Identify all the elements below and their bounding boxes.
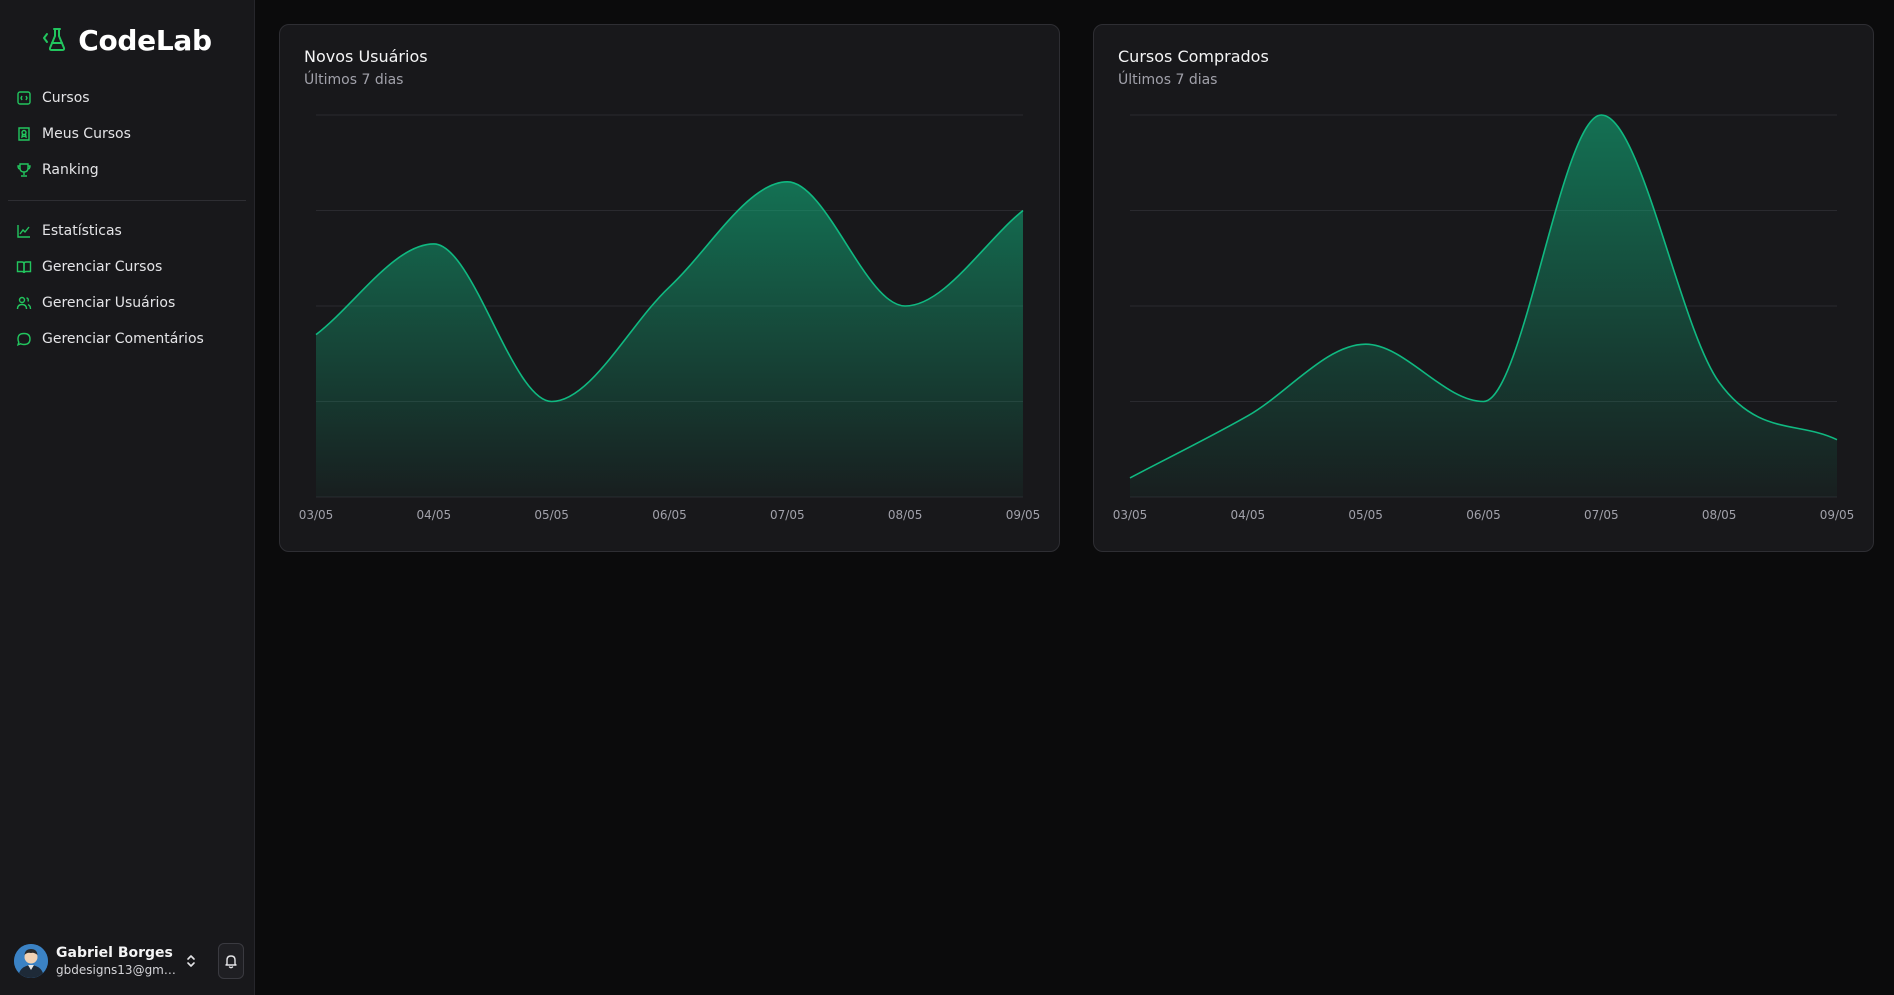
data-point	[550, 400, 554, 404]
x-tick-label: 08/05	[1702, 508, 1737, 522]
data-point	[314, 333, 318, 337]
x-tick-label: 03/05	[1113, 508, 1148, 522]
users-icon	[16, 296, 32, 310]
sidebar-item-label: Estatísticas	[42, 223, 122, 239]
x-tick-label: 06/05	[652, 508, 687, 522]
chevrons-up-down-icon[interactable]	[184, 951, 198, 971]
flask-code-icon	[42, 25, 72, 55]
x-tick-label: 07/05	[770, 508, 805, 522]
chart-icon	[17, 225, 30, 238]
x-tick-label: 07/05	[1584, 508, 1619, 522]
comment-icon	[16, 332, 31, 346]
app-root: CodeLab Cursos Meus Cursos Ranking Estat…	[0, 0, 1894, 995]
area-chart-cursos-comprados: 03/05 04/05 05/05 06/05 07/05 08/05 09/05	[1113, 113, 1855, 522]
x-tick-label: 04/05	[417, 508, 452, 522]
book-badge-icon	[18, 127, 30, 141]
x-tick-label: 09/05	[1006, 508, 1041, 522]
open-book-icon	[16, 261, 32, 274]
user-name: Gabriel Borges	[56, 945, 173, 961]
chart-card-novos-usuarios: Novos Usuários Últimos 7 dias 03/05 04/05…	[279, 24, 1060, 552]
logo[interactable]: CodeLab	[0, 0, 254, 80]
avatar	[14, 944, 48, 978]
area-fill	[316, 181, 1023, 497]
sidebar-item-label: Gerenciar Usuários	[42, 295, 176, 311]
data-point	[1021, 209, 1025, 213]
x-tick-label: 04/05	[1231, 508, 1266, 522]
user-info: Gabriel Borges gbdesigns13@gma...	[56, 945, 178, 977]
x-tick-label: 06/05	[1466, 508, 1501, 522]
sidebar-item-label: Gerenciar Comentários	[42, 331, 204, 347]
data-point	[1364, 342, 1368, 346]
sidebar-item-ranking[interactable]: Ranking	[8, 152, 246, 188]
x-tick-label: 05/05	[534, 508, 569, 522]
sidebar-item-gerenciar-cursos[interactable]: Gerenciar Cursos	[8, 249, 246, 285]
course-icon	[17, 91, 31, 105]
data-point	[1599, 113, 1603, 117]
data-point	[1717, 380, 1721, 384]
primary-nav: Cursos Meus Cursos Ranking Estatísticas …	[0, 80, 254, 357]
data-point	[1246, 414, 1250, 418]
data-point	[1128, 476, 1132, 480]
user-menu[interactable]: Gabriel Borges gbdesigns13@gma...	[0, 927, 254, 995]
sidebar-item-gerenciar-comentarios[interactable]: Gerenciar Comentários	[8, 321, 246, 357]
data-point	[903, 304, 907, 308]
x-tick-label: 09/05	[1820, 508, 1855, 522]
bell-icon	[225, 955, 237, 969]
data-point	[1835, 438, 1839, 442]
trophy-icon	[17, 163, 31, 177]
data-point	[785, 180, 789, 184]
x-tick-label: 08/05	[888, 508, 923, 522]
sidebar-item-label: Gerenciar Cursos	[42, 259, 163, 275]
x-tick-label: 03/05	[299, 508, 334, 522]
sidebar-item-meus-cursos[interactable]: Meus Cursos	[8, 116, 246, 152]
brand-name: CodeLab	[78, 23, 212, 57]
notifications-button[interactable]	[218, 943, 244, 979]
main-content: Novos Usuários Últimos 7 dias 03/05 04/05…	[255, 0, 1894, 995]
sidebar-item-label: Ranking	[42, 162, 99, 178]
x-tick-label: 05/05	[1348, 508, 1383, 522]
sidebar-item-estatisticas[interactable]: Estatísticas	[8, 213, 246, 249]
sidebar-item-label: Meus Cursos	[42, 126, 131, 142]
nav-divider	[8, 200, 246, 201]
data-point	[668, 285, 672, 289]
sidebar-item-cursos[interactable]: Cursos	[8, 80, 246, 116]
data-point	[1482, 400, 1486, 404]
user-email: gbdesigns13@gma...	[56, 963, 178, 977]
data-point	[432, 242, 436, 246]
chart-card-cursos-comprados: Cursos Comprados Últimos 7 dias 03/05 04/…	[1093, 24, 1874, 552]
sidebar: CodeLab Cursos Meus Cursos Ranking Estat…	[0, 0, 255, 995]
sidebar-item-gerenciar-usuarios[interactable]: Gerenciar Usuários	[8, 285, 246, 321]
area-chart-novos-usuarios: 03/05 04/05 05/05 06/05 07/05 08/05 09/05	[299, 114, 1041, 522]
sidebar-item-label: Cursos	[42, 90, 90, 106]
